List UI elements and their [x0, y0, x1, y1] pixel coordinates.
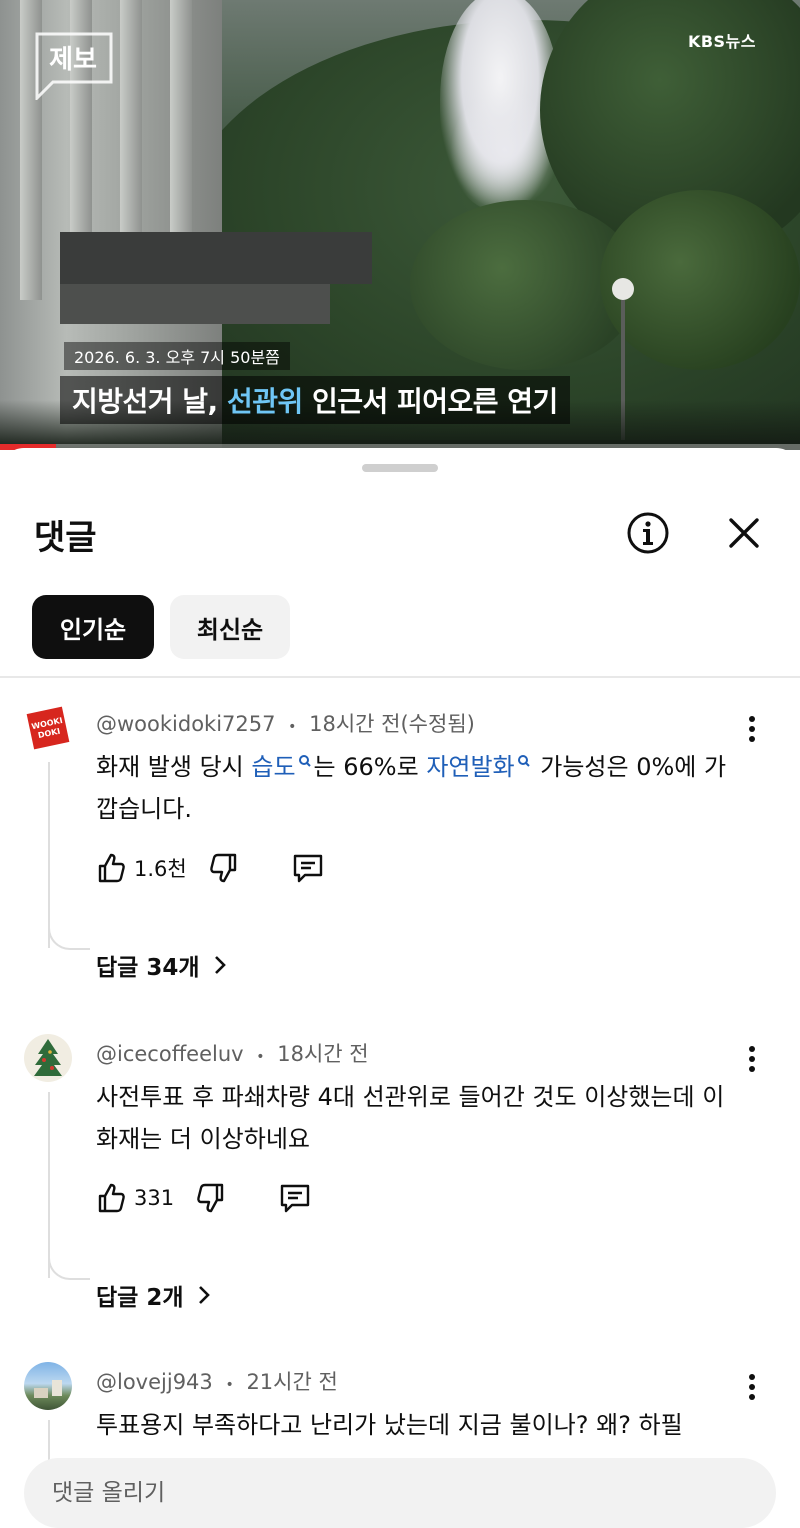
- avatar[interactable]: [24, 1034, 72, 1082]
- caption-highlight: 선관위: [226, 385, 303, 418]
- caption-text: 인근서 피어오른 연기: [302, 385, 558, 418]
- avatar[interactable]: [24, 1362, 72, 1410]
- chevron-right-icon: [198, 1286, 210, 1304]
- sort-chip-newest[interactable]: 최신순: [170, 595, 290, 659]
- thread-line: [48, 926, 90, 950]
- like-button[interactable]: 1.6천: [94, 851, 207, 885]
- search-link-label: 자연발화: [426, 753, 515, 781]
- reply-button[interactable]: [291, 851, 325, 885]
- like-count: 1.6천: [134, 857, 187, 881]
- comment-text: 사전투표 후 파쇄차량 4대 선관위로 들어간 것도 이상했는데 이 화재는 더…: [96, 1083, 725, 1153]
- view-replies-button[interactable]: 답글 2개: [96, 1278, 216, 1312]
- comment-author[interactable]: @icecoffeeluv: [96, 1042, 244, 1066]
- caption-text: 지방선거 날,: [72, 385, 227, 418]
- comment-meta: @wookidoki7257 • 18시간 전(수정됨): [96, 708, 475, 738]
- dislike-button[interactable]: [207, 851, 241, 885]
- search-icon: [517, 755, 530, 767]
- comment-author[interactable]: @lovejj943: [96, 1370, 213, 1394]
- dislike-button[interactable]: [194, 1181, 228, 1215]
- comment-time: 18시간 전: [277, 1042, 369, 1066]
- comment-actions: 331: [94, 1178, 312, 1218]
- comment-meta: @lovejj943 • 21시간 전: [96, 1366, 338, 1396]
- comment-author[interactable]: @wookidoki7257: [96, 712, 275, 736]
- comment-actions: 1.6천: [94, 848, 325, 888]
- thread-line: [48, 762, 50, 948]
- replies-label: 답글 34개: [96, 955, 200, 981]
- thumbs-down-icon: [197, 1183, 224, 1213]
- svg-text:제보: 제보: [49, 45, 97, 75]
- drag-handle[interactable]: [362, 464, 438, 472]
- comment-text: 투표용지 부족하다고 난리가 났는데 지금 불이나? 왜? 하필: [96, 1411, 683, 1439]
- sheet-title: 댓글: [34, 518, 97, 558]
- video-player[interactable]: 제보 KBS뉴스 2026. 6. 3. 오후 7시 50분쯤 지방선거 날, …: [0, 0, 800, 450]
- view-replies-button[interactable]: 답글 34개: [96, 948, 232, 982]
- comment-text-part: 화재 발생 당시: [96, 753, 252, 781]
- like-button[interactable]: 331: [94, 1181, 194, 1215]
- search-link[interactable]: 자연발화: [426, 753, 532, 781]
- replies-label: 답글 2개: [96, 1285, 184, 1311]
- comment-text-part: 는 66%로: [313, 753, 427, 781]
- video-title-caption: 지방선거 날, 선관위 인근서 피어오른 연기: [60, 376, 570, 424]
- reply-button[interactable]: [278, 1181, 312, 1215]
- info-icon: [627, 512, 669, 554]
- meta-separator: •: [225, 1377, 234, 1393]
- street-lamp: [612, 278, 634, 300]
- thread-line: [48, 1256, 90, 1280]
- chevron-right-icon: [214, 956, 226, 974]
- thumbs-up-icon: [98, 853, 125, 883]
- comment-text: 화재 발생 당시 습도 는 66%로 자연발화 가능성은 0%에 가깝습니다.: [96, 746, 746, 830]
- comment-time: 18시간 전(수정됨): [309, 712, 475, 736]
- comment-meta: @icecoffeeluv • 18시간 전: [96, 1038, 369, 1068]
- search-link[interactable]: 습도: [251, 753, 313, 781]
- meta-separator: •: [288, 719, 297, 735]
- add-comment-bar[interactable]: [24, 1458, 776, 1528]
- building-canopy: [60, 232, 372, 284]
- comment-icon: [293, 854, 322, 883]
- like-count: 331: [134, 1186, 175, 1210]
- thumbs-up-icon: [98, 1183, 125, 1213]
- meta-separator: •: [256, 1049, 265, 1065]
- comment-input[interactable]: [50, 1472, 734, 1514]
- divider: [0, 676, 800, 678]
- thumbs-down-icon: [209, 853, 236, 883]
- search-link-label: 습도: [251, 753, 296, 781]
- search-icon: [298, 755, 311, 767]
- close-icon: [729, 518, 759, 548]
- network-logo: KBS뉴스: [687, 32, 756, 51]
- date-caption: 2026. 6. 3. 오후 7시 50분쯤: [64, 342, 290, 370]
- comment-icon: [280, 1184, 310, 1213]
- building-entrance: [60, 284, 330, 324]
- avatar[interactable]: WOOKI DOKI: [24, 704, 72, 752]
- comment-time: 21시간 전: [246, 1370, 338, 1394]
- sort-chip-popular[interactable]: 인기순: [32, 595, 154, 659]
- comments-sheet: 댓글 인기순 최신순 WOOKI DOKI @wookidoki7257 • 1…: [0, 448, 800, 1500]
- channel-logo: 제보: [33, 30, 117, 102]
- thread-line: [48, 1092, 50, 1278]
- info-button[interactable]: [626, 511, 670, 555]
- close-button[interactable]: [722, 511, 766, 555]
